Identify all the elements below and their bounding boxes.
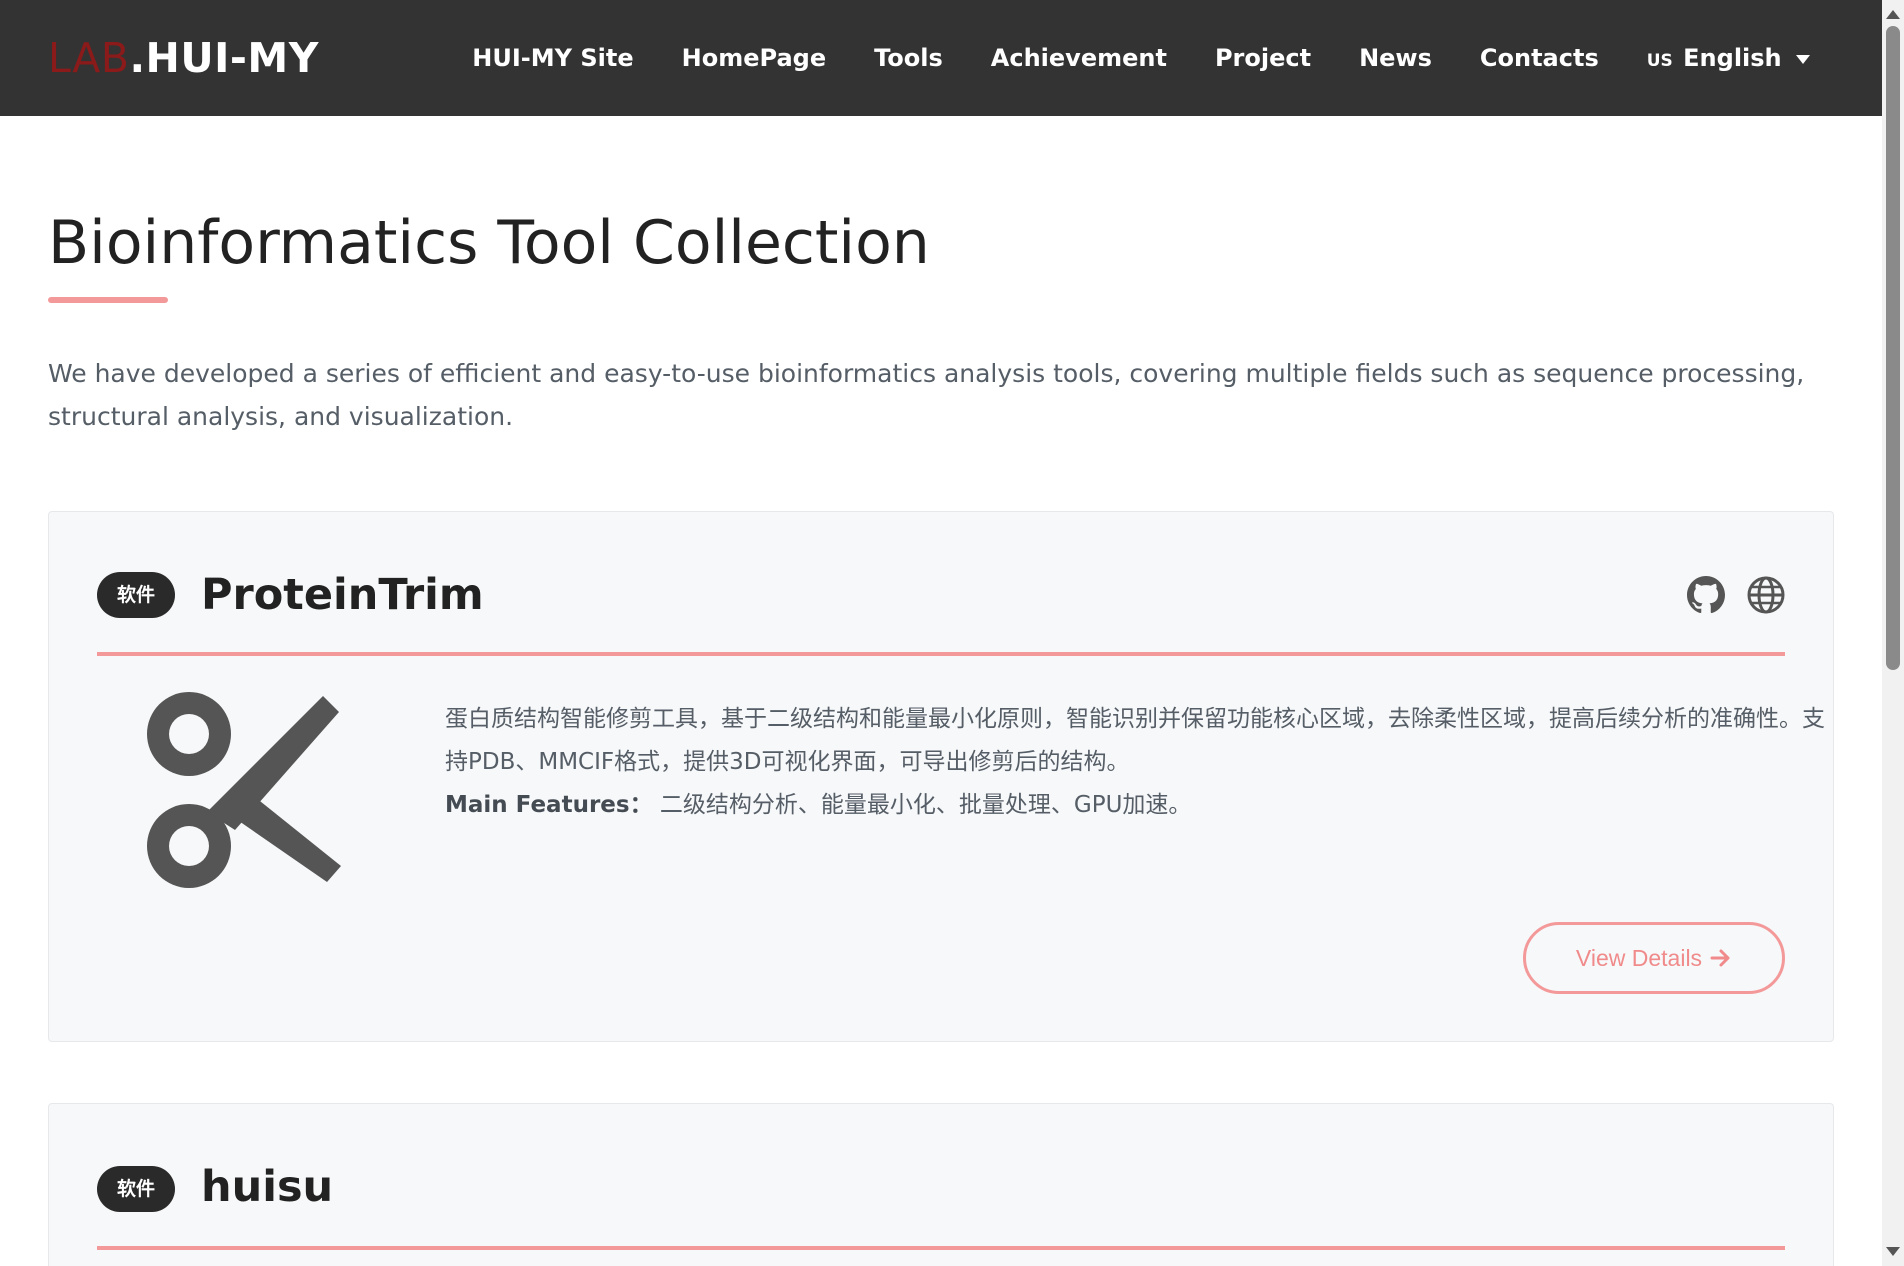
nav-item-contacts[interactable]: Contacts <box>1456 44 1623 72</box>
tool-card-huisu: 软件 huisu <box>48 1103 1834 1266</box>
category-badge: 软件 <box>97 572 175 618</box>
tool-card-proteintrim: 软件 ProteinTrim 蛋白质结构智能修剪工具，基于二级结构和能量最小化原… <box>48 511 1834 1042</box>
github-icon[interactable] <box>1687 576 1725 614</box>
arrow-right-icon <box>1710 949 1730 967</box>
nav-item-homepage[interactable]: HomePage <box>658 44 850 72</box>
tool-name: ProteinTrim <box>201 570 484 620</box>
card-divider <box>97 1246 1785 1250</box>
view-details-label: View Details <box>1575 944 1703 971</box>
view-details-button[interactable]: View Details <box>1523 922 1785 994</box>
scroll-thumb[interactable] <box>1886 26 1900 670</box>
tool-links <box>1687 576 1785 614</box>
nav-item-project[interactable]: Project <box>1191 44 1335 72</box>
page-intro: We have developed a series of efficient … <box>48 359 1805 431</box>
features-line: Main Features： 二级结构分析、能量最小化、批量处理、GPU加速。 <box>445 784 1845 827</box>
us-flag-icon: US <box>1646 51 1673 71</box>
scissors-icon <box>147 692 341 888</box>
title-underline <box>48 297 168 303</box>
globe-icon[interactable] <box>1747 576 1785 614</box>
scroll-down-arrow-icon[interactable] <box>1886 1247 1900 1256</box>
nav-item-hui-my-site[interactable]: HUI-MY Site <box>448 44 657 72</box>
chevron-down-icon <box>1796 54 1810 64</box>
page-title: Bioinformatics Tool Collection <box>48 208 930 278</box>
features-label: Main Features： <box>445 792 653 818</box>
tool-description: 蛋白质结构智能修剪工具，基于二级结构和能量最小化原则，智能识别并保留功能核心区域… <box>445 698 1845 827</box>
card-divider <box>97 652 1785 656</box>
main-nav: HUI-MY Site HomePage Tools Achievement P… <box>448 0 1834 116</box>
features-text: 二级结构分析、能量最小化、批量处理、GPU加速。 <box>659 792 1192 818</box>
nav-item-news[interactable]: News <box>1335 44 1456 72</box>
logo-suffix: .HUI-MY <box>129 34 319 82</box>
page-scrollbar[interactable] <box>1882 0 1904 1266</box>
category-badge: 软件 <box>97 1166 175 1212</box>
top-navbar: LAB.HUI-MY HUI-MY Site HomePage Tools Ac… <box>0 0 1882 116</box>
site-logo[interactable]: LAB.HUI-MY <box>48 34 319 82</box>
language-dropdown[interactable]: US English <box>1623 44 1834 72</box>
nav-item-tools[interactable]: Tools <box>850 44 967 72</box>
description-text: 蛋白质结构智能修剪工具，基于二级结构和能量最小化原则，智能识别并保留功能核心区域… <box>445 706 1825 775</box>
language-label: English <box>1683 44 1782 72</box>
scroll-up-arrow-icon[interactable] <box>1886 10 1900 19</box>
logo-prefix: LAB <box>48 34 130 82</box>
tool-name: huisu <box>201 1162 334 1212</box>
nav-item-achievement[interactable]: Achievement <box>967 44 1191 72</box>
